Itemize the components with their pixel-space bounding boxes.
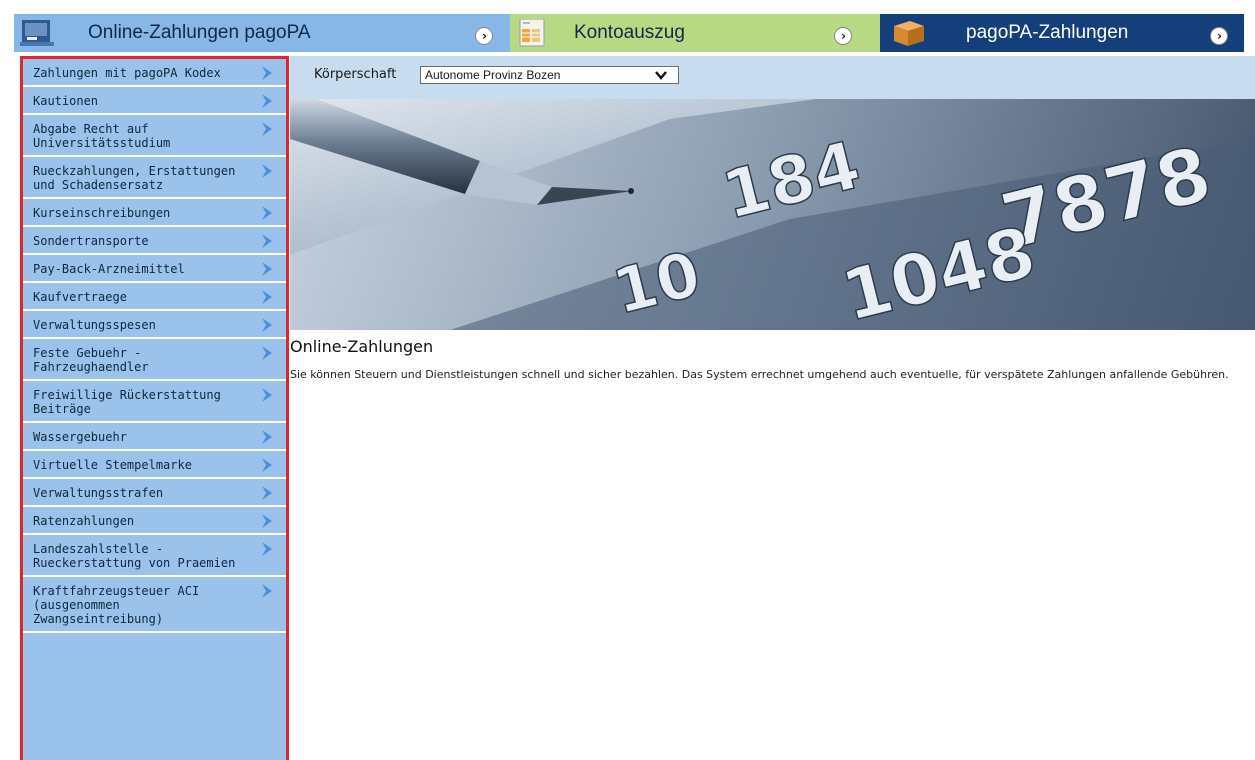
sidebar-item-label: Sondertransporte — [33, 234, 149, 248]
tab-label: Kontoauszug — [574, 22, 685, 43]
chevron-right-icon — [262, 542, 272, 556]
sidebar-item-kurseinschreibungen[interactable]: Kurseinschreibungen — [23, 199, 286, 227]
sidebar-item-label: Verwaltungsstrafen — [33, 486, 164, 500]
arrow-right-icon[interactable]: › — [834, 27, 852, 45]
page-title: Online-Zahlungen — [290, 337, 434, 356]
entity-select-value: Autonome Provinz Bozen — [425, 68, 561, 82]
sidebar-item-feste-gebuehr-fahrzeughaendler[interactable]: Feste Gebuehr - Fahrzeughaendler — [23, 339, 286, 381]
tab-label: Online-Zahlungen pagoPA — [88, 22, 311, 43]
sidebar-item-label: Feste Gebuehr - Fahrzeughaendler — [33, 346, 149, 374]
page-description: Sie können Steuern und Dienstleistungen … — [290, 368, 1229, 381]
sidebar-item-verwaltungsstrafen[interactable]: Verwaltungsstrafen — [23, 479, 286, 507]
sidebar-item-label: Freiwillige Rückerstattung Beiträge — [33, 388, 221, 416]
chevron-right-icon — [262, 206, 272, 220]
sidebar-item-ratenzahlungen[interactable]: Ratenzahlungen — [23, 507, 286, 535]
arrow-right-icon[interactable]: › — [475, 27, 493, 45]
sidebar-item-label: Wassergebuehr — [33, 430, 127, 444]
entity-label: Körperschaft — [314, 67, 397, 82]
sidebar-item-kaufvertraege[interactable]: Kaufvertraege — [23, 283, 286, 311]
computer-icon — [20, 20, 54, 46]
sidebar-item-label: Kurseinschreibungen — [33, 206, 171, 220]
sidebar-item-virtuelle-stempelmarke[interactable]: Virtuelle Stempelmarke — [23, 451, 286, 479]
sidebar-item-freiwillige-rueckerstattung-beitraege[interactable]: Freiwillige Rückerstattung Beiträge — [23, 381, 286, 423]
credit-card-image: 184 7878 1048 10 — [290, 99, 1255, 330]
sidebar-item-label: Kautionen — [33, 94, 99, 108]
sidebar-item-zahlungen-mit-pagopa-kodex[interactable]: Zahlungen mit pagoPA Kodex — [23, 59, 286, 87]
sidebar-item-label: Rueckzahlungen, Erstattungen und Schaden… — [33, 164, 236, 192]
chevron-right-icon — [262, 346, 272, 360]
credit-card-banner: 184 7878 1048 10 — [290, 99, 1255, 330]
sidebar-item-sondertransporte[interactable]: Sondertransporte — [23, 227, 286, 255]
chevron-right-icon — [262, 164, 272, 178]
tab-online-zahlungen-pagopa[interactable]: Online-Zahlungen pagoPA › — [14, 14, 510, 52]
arrow-right-icon[interactable]: › — [1210, 27, 1228, 45]
sidebar-item-label: Kaufvertraege — [33, 290, 127, 304]
sidebar-item-kraftfahrzeugsteuer-aci[interactable]: Kraftfahrzeugsteuer ACI (ausgenommen Zwa… — [23, 577, 286, 633]
tab-kontoauszug[interactable]: Kontoauszug › — [510, 14, 880, 52]
sidebar-item-label: Verwaltungsspesen — [33, 318, 156, 332]
entity-toolbar: Körperschaft Autonome Provinz Bozen — [290, 56, 1255, 99]
sidebar-item-landeszahlstelle-rueckerstattung[interactable]: Landeszahlstelle - Rueckerstattung von P… — [23, 535, 286, 577]
chevron-right-icon — [262, 318, 272, 332]
sidebar-item-label: Zahlungen mit pagoPA Kodex — [33, 66, 221, 80]
sidebar-menu: Zahlungen mit pagoPA Kodex Kautionen Abg… — [20, 56, 289, 760]
chevron-right-icon — [262, 234, 272, 248]
chevron-right-icon — [262, 486, 272, 500]
sidebar-item-label: Ratenzahlungen — [33, 514, 135, 528]
entity-select[interactable]: Autonome Provinz Bozen — [420, 66, 679, 84]
sidebar-item-label: Kraftfahrzeugsteuer ACI (ausgenommen Zwa… — [33, 584, 200, 626]
sidebar-item-label: Landeszahlstelle - Rueckerstattung von P… — [33, 542, 236, 570]
tab-label: pagoPA-Zahlungen — [966, 22, 1129, 43]
box-icon — [894, 21, 924, 46]
sidebar-item-label: Abgabe Recht auf Universitätsstudium — [33, 122, 171, 150]
chevron-right-icon — [262, 388, 272, 402]
document-icon — [519, 19, 545, 47]
chevron-right-icon — [262, 584, 272, 598]
sidebar-item-label: Virtuelle Stempelmarke — [33, 458, 192, 472]
chevron-right-icon — [262, 290, 272, 304]
sidebar-item-rueckzahlungen[interactable]: Rueckzahlungen, Erstattungen und Schaden… — [23, 157, 286, 199]
chevron-right-icon — [262, 514, 272, 528]
chevron-right-icon — [262, 94, 272, 108]
sidebar-item-wassergebuehr[interactable]: Wassergebuehr — [23, 423, 286, 451]
tab-pagopa-zahlungen[interactable]: pagoPA-Zahlungen › — [880, 14, 1244, 52]
chevron-down-icon — [655, 71, 667, 80]
chevron-right-icon — [262, 430, 272, 444]
sidebar-item-abgabe-recht-auf-universitaetsstudium[interactable]: Abgabe Recht auf Universitätsstudium — [23, 115, 286, 157]
chevron-right-icon — [262, 262, 272, 276]
top-tab-bar: Online-Zahlungen pagoPA › Kontoauszug › … — [14, 14, 1244, 52]
chevron-right-icon — [262, 66, 272, 80]
sidebar-item-verwaltungsspesen[interactable]: Verwaltungsspesen — [23, 311, 286, 339]
sidebar-item-kautionen[interactable]: Kautionen — [23, 87, 286, 115]
chevron-right-icon — [262, 458, 272, 472]
sidebar-item-label: Pay-Back-Arzneimittel — [33, 262, 185, 276]
chevron-right-icon — [262, 122, 272, 136]
sidebar-item-pay-back-arzneimittel[interactable]: Pay-Back-Arzneimittel — [23, 255, 286, 283]
